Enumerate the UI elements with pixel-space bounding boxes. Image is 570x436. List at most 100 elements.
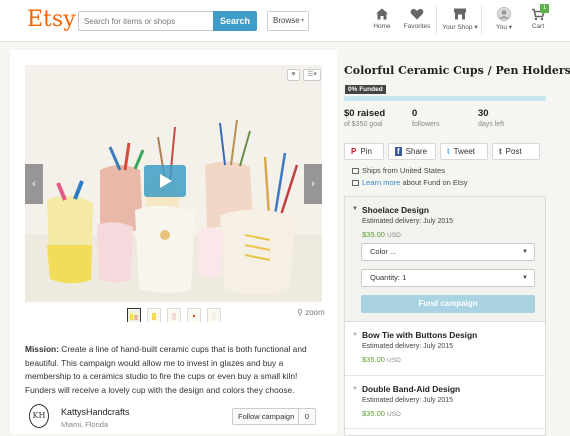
reward-option-expanded[interactable]: ▼ Shoelace Design Estimated delivery: Ju… — [345, 197, 545, 322]
thumbnail[interactable] — [187, 308, 201, 322]
tweet-label: Tweet — [453, 147, 476, 156]
reward-name[interactable]: Double Band-Aid Design — [362, 384, 460, 394]
follow-count: 0 — [298, 409, 315, 424]
thumbnail[interactable] — [147, 308, 161, 322]
days-left-value: 30 — [478, 108, 489, 119]
nav-your-shop-label: Your Shop — [442, 24, 473, 31]
cart-count-badge: 1 — [540, 4, 549, 13]
chevron-down-icon: ▼ — [352, 206, 358, 212]
reward-price: $35.00 USD — [362, 409, 401, 418]
ships-from: Ships from United States — [352, 166, 445, 175]
thumbnail[interactable] — [127, 308, 141, 322]
tumblr-icon: t — [499, 147, 502, 156]
magnifier-icon: ⚲ — [297, 308, 303, 317]
reward-price: $35.00 USD — [362, 230, 401, 239]
nav-favorites[interactable]: Favorites — [397, 7, 437, 30]
list-menu-icon[interactable]: ☰▾ — [303, 69, 321, 81]
browse-label: Browse — [273, 16, 300, 25]
color-select[interactable]: Color ... ▼ — [361, 243, 535, 261]
facebook-icon: f — [395, 147, 402, 156]
color-select-value: Color ... — [370, 247, 397, 256]
funded-badge: 0% Funded — [345, 85, 386, 94]
nav-cart-label: Cart — [531, 23, 545, 30]
search-input[interactable] — [78, 11, 214, 31]
thumbnail-image — [128, 310, 140, 322]
reward-divider — [345, 375, 545, 376]
tweet-button[interactable]: t Tweet — [440, 143, 488, 160]
thumbnail-image — [208, 310, 220, 322]
share-label: Share — [405, 147, 428, 156]
nav-divider — [436, 6, 437, 34]
zoom-link[interactable]: ⚲ zoom — [297, 308, 325, 317]
mission-text: Create a line of hand-built ceramic cups… — [25, 344, 307, 395]
heart-icon — [410, 9, 424, 20]
chevron-down-icon: ▼ — [522, 249, 528, 255]
reward-price-amount: $35.00 — [362, 409, 385, 418]
nav-favorites-label: Favorites — [403, 23, 431, 30]
tumblr-post-button[interactable]: t Post — [492, 143, 540, 160]
campaign-media-panel: ‹ › ♥ ☰▾ ⚲ zoom Mission: Create a line o… — [10, 50, 337, 434]
cart-icon-wrap: 1 — [518, 4, 558, 23]
raised-value: $0 raised — [344, 108, 386, 119]
facebook-share-button[interactable]: f Share — [388, 143, 436, 160]
play-video-button[interactable] — [144, 165, 186, 197]
thumbnail[interactable] — [207, 308, 221, 322]
nav-home-label: Home — [373, 23, 391, 30]
reward-delivery: Estimated delivery: July 2015 — [362, 397, 454, 404]
creator-avatar[interactable]: KH — [29, 404, 49, 428]
shop-icon — [454, 8, 466, 20]
learn-more-link[interactable]: Learn more — [362, 178, 400, 187]
reward-currency: USD — [387, 357, 401, 364]
reward-price-amount: $35.00 — [362, 355, 385, 364]
learn-more-rest: about Fund on Etsy — [400, 178, 468, 187]
chevron-down-icon: ▾ — [300, 18, 304, 24]
reward-price-amount: $35.00 — [362, 230, 385, 239]
followers-value: 0 — [412, 108, 418, 119]
mission-statement: Mission: Create a line of hand-built cer… — [25, 343, 325, 397]
nav-divider — [481, 6, 482, 34]
nav-you-label: You — [495, 24, 507, 31]
learn-more: Learn more about Fund on Etsy — [352, 178, 468, 187]
nav-cart[interactable]: 1 Cart — [518, 4, 558, 30]
chevron-down-icon: ▾ — [474, 24, 478, 31]
avatar-icon — [497, 7, 511, 21]
nav-your-shop[interactable]: Your Shop ▾ — [440, 7, 480, 31]
raised-label: of $350 goal — [344, 121, 383, 128]
quantity-select-value: Quantity: 1 — [370, 273, 407, 282]
days-left-label: days left — [478, 121, 505, 128]
fund-campaign-button[interactable]: Fund campaign — [361, 295, 535, 313]
nav-home[interactable]: Home — [362, 7, 402, 30]
follow-campaign-button[interactable]: Follow campaign 0 — [232, 408, 316, 425]
rewards-list: ▼ Shoelace Design Estimated delivery: Ju… — [344, 196, 546, 436]
zoom-label: zoom — [305, 308, 325, 317]
browse-dropdown[interactable]: Browse ▾ — [267, 11, 309, 31]
reward-currency: USD — [387, 232, 401, 239]
favorite-heart-icon[interactable]: ♥ — [287, 69, 300, 81]
creator-name[interactable]: KattysHandcrafts — [61, 407, 130, 417]
reward-divider — [345, 428, 545, 429]
pin-button[interactable]: P Pin — [344, 143, 384, 160]
creator-location: Miami, Florida — [61, 420, 109, 429]
next-image-arrow[interactable]: › — [304, 164, 322, 204]
followers-label: followers — [412, 121, 440, 128]
thumbnail[interactable] — [167, 308, 181, 322]
search-button[interactable]: Search — [213, 11, 257, 31]
reward-price: $35.00 USD — [362, 355, 401, 364]
thumbnail-image — [148, 310, 160, 322]
follow-label: Follow campaign — [238, 412, 295, 421]
campaign-video[interactable]: ‹ › ♥ ☰▾ — [25, 65, 322, 302]
ships-from-label: Ships from United States — [362, 166, 445, 175]
thumbnail-image — [168, 310, 180, 322]
thumbnail-image — [188, 310, 200, 322]
truck-icon — [352, 168, 359, 174]
mission-label: Mission: — [25, 344, 59, 354]
quantity-select[interactable]: Quantity: 1 ▼ — [361, 269, 535, 287]
chevron-down-icon: ▼ — [352, 386, 358, 392]
etsy-logo[interactable]: Etsy — [27, 7, 76, 32]
reward-name[interactable]: Bow Tie with Buttons Design — [362, 330, 477, 340]
chevron-down-icon: ▾ — [508, 24, 513, 31]
campaign-title: Colorful Ceramic Cups / Pen Holders! — [344, 64, 570, 77]
funding-progress-bar — [344, 96, 546, 101]
info-icon — [352, 180, 359, 186]
prev-image-arrow[interactable]: ‹ — [25, 164, 43, 204]
